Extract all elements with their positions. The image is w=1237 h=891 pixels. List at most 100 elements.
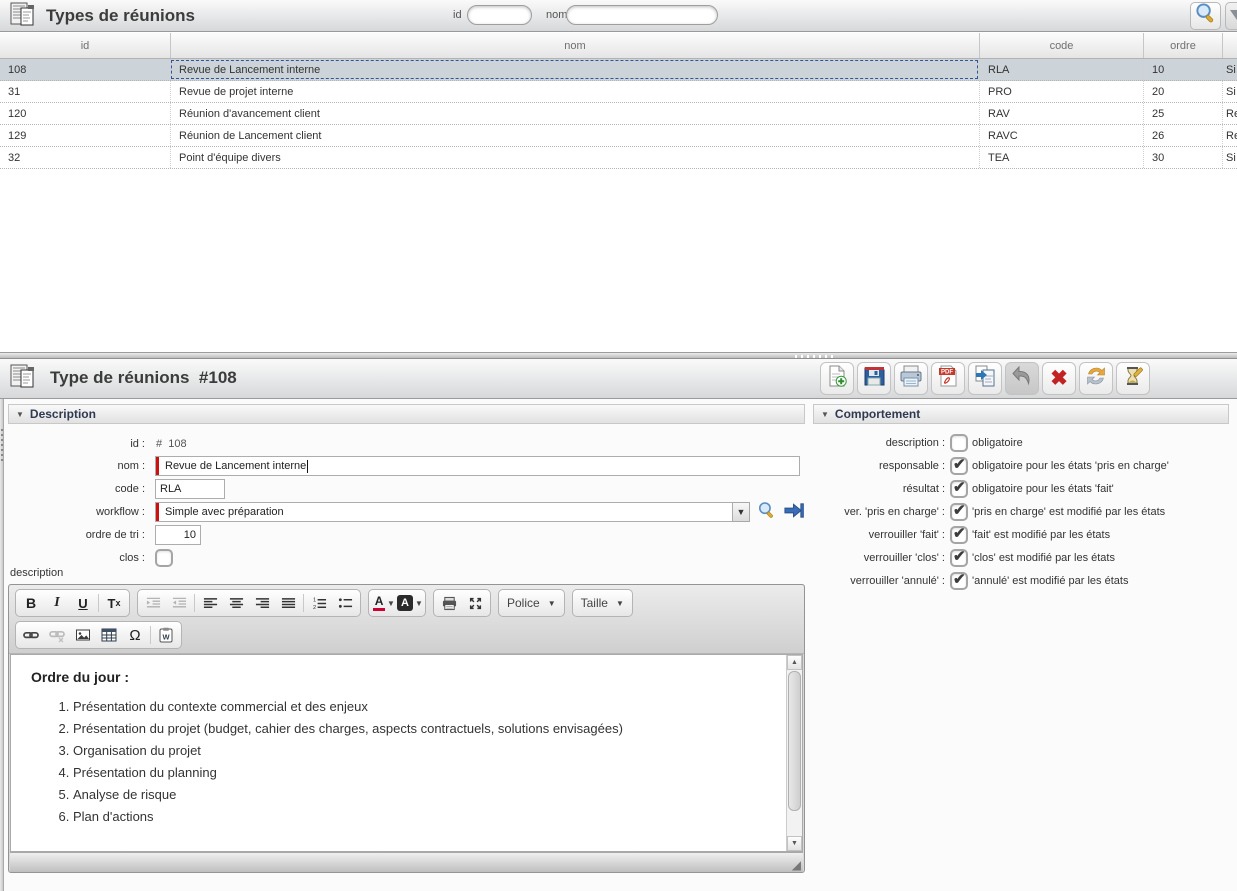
delete-icon: ✖ xyxy=(1050,368,1068,389)
clos-checkbox[interactable] xyxy=(155,549,173,567)
behavior-text: 'clos' est modifié par les états xyxy=(972,552,1115,564)
section-description-header[interactable]: ▼ Description xyxy=(8,404,805,424)
scrollbar-thumb[interactable] xyxy=(788,671,801,811)
link-button[interactable] xyxy=(18,623,44,647)
agenda-heading: Ordre du jour : xyxy=(31,669,776,685)
chevron-down-icon: ▼ xyxy=(616,599,624,608)
workflow-goto-button[interactable] xyxy=(783,500,804,524)
remove-format-button[interactable]: Tx xyxy=(101,591,127,615)
duplicate-button[interactable] xyxy=(968,362,1002,395)
cell-workflow: Si xyxy=(1222,59,1237,80)
behavior-checkbox[interactable]: ✔ xyxy=(950,480,968,498)
behavior-row-ver-pris-en-charge: ver. 'pris en charge' : ✔ 'pris en charg… xyxy=(805,502,1235,522)
underline-button[interactable]: U xyxy=(70,591,96,615)
section-comportement-header[interactable]: ▼ Comportement xyxy=(813,404,1229,424)
search-button[interactable] xyxy=(1190,2,1221,30)
color-group: A ▼ A ▼ xyxy=(368,589,426,617)
workflow-lookup-button[interactable] xyxy=(757,501,776,523)
save-button[interactable] xyxy=(857,362,891,395)
workflow-combobox[interactable]: Simple avec préparation xyxy=(155,502,733,522)
t-glyph: T xyxy=(108,596,116,611)
editor-footer: ◢ xyxy=(10,852,803,872)
editor-toolbar: B I U Tx xyxy=(9,585,804,654)
extra-tool-button[interactable] xyxy=(1225,2,1237,30)
behavior-checkbox[interactable] xyxy=(950,434,968,452)
nom-field[interactable]: Revue de Lancement interne xyxy=(155,456,800,476)
new-record-button[interactable] xyxy=(820,362,854,395)
export-pdf-button[interactable]: PDF xyxy=(931,362,965,395)
table-row[interactable]: 120 Réunion d'avancement client RAV 25 R… xyxy=(0,103,1237,125)
table-button[interactable] xyxy=(96,623,122,647)
behavior-checkbox[interactable]: ✔ xyxy=(950,457,968,475)
undo-icon xyxy=(1010,364,1034,393)
outdent-button[interactable] xyxy=(166,591,192,615)
chevron-down-icon: ▼ xyxy=(387,599,395,608)
cell-id: 108 xyxy=(0,59,170,80)
editor-content-area[interactable]: Ordre du jour : Présentation du contexte… xyxy=(10,654,803,852)
editor-scrollbar[interactable]: ▲ ▼ xyxy=(786,655,802,851)
scroll-down-icon[interactable]: ▼ xyxy=(787,836,802,851)
unlink-button[interactable] xyxy=(44,623,70,647)
column-header-code[interactable]: code xyxy=(979,33,1143,58)
column-header-workflow[interactable] xyxy=(1222,33,1237,58)
editor-document[interactable]: Ordre du jour : Présentation du contexte… xyxy=(11,655,786,851)
table-header-row: id nom code ordre xyxy=(0,33,1237,59)
id-value: # 108 xyxy=(150,438,187,450)
svg-text:W: W xyxy=(162,632,170,641)
indent-button[interactable] xyxy=(140,591,166,615)
splitter-grip xyxy=(795,355,835,358)
table-row[interactable]: 108 Revue de Lancement interne RLA 10 Si xyxy=(0,59,1237,81)
required-marker xyxy=(156,457,159,475)
align-center-button[interactable] xyxy=(223,591,249,615)
refresh-button[interactable] xyxy=(1079,362,1113,395)
column-header-ordre[interactable]: ordre xyxy=(1143,33,1222,58)
horizontal-splitter[interactable] xyxy=(0,352,1237,359)
column-header-nom[interactable]: nom xyxy=(170,33,979,58)
undo-button[interactable] xyxy=(1005,362,1039,395)
text-caret xyxy=(307,460,308,473)
bold-button[interactable]: B xyxy=(18,591,44,615)
delete-button[interactable]: ✖ xyxy=(1042,362,1076,395)
filter-funnel-icon xyxy=(1230,10,1237,20)
scroll-up-icon[interactable]: ▲ xyxy=(787,655,802,670)
check-icon: ✔ xyxy=(953,524,966,542)
align-right-button[interactable] xyxy=(249,591,275,615)
ordered-list-button[interactable]: 12 xyxy=(306,591,332,615)
tri-field[interactable]: 10 xyxy=(155,525,201,545)
history-button[interactable] xyxy=(1116,362,1150,395)
special-char-button[interactable]: Ω xyxy=(122,623,148,647)
maximize-button[interactable] xyxy=(462,591,488,615)
behavior-checkbox[interactable]: ✔ xyxy=(950,549,968,567)
vertical-splitter[interactable] xyxy=(0,359,4,891)
meeting-types-table: id nom code ordre 108 Revue de Lancement… xyxy=(0,33,1237,169)
workflow-dropdown-button[interactable]: ▼ xyxy=(732,502,750,522)
font-family-select[interactable]: Police ▼ xyxy=(498,589,565,617)
align-left-button[interactable] xyxy=(197,591,223,615)
behavior-checkbox[interactable]: ✔ xyxy=(950,572,968,590)
column-header-id[interactable]: id xyxy=(0,33,170,58)
behavior-checkbox[interactable]: ✔ xyxy=(950,503,968,521)
font-size-select[interactable]: Taille ▼ xyxy=(572,589,633,617)
text-color-button[interactable]: A ▼ xyxy=(371,591,397,615)
bg-color-button[interactable]: A ▼ xyxy=(397,591,423,615)
italic-button[interactable]: I xyxy=(44,591,70,615)
print-button[interactable] xyxy=(894,362,928,395)
behavior-label: résultat : xyxy=(805,483,950,495)
filter-id-input[interactable] xyxy=(467,5,532,25)
paste-from-word-button[interactable]: W xyxy=(153,623,179,647)
code-field[interactable]: RLA xyxy=(155,479,225,499)
bullet-list-button[interactable] xyxy=(332,591,358,615)
align-justify-button[interactable] xyxy=(275,591,301,615)
table-row[interactable]: 32 Point d'équipe divers TEA 30 Si xyxy=(0,147,1237,169)
image-button[interactable] xyxy=(70,623,96,647)
table-row[interactable]: 31 Revue de projet interne PRO 20 Si xyxy=(0,81,1237,103)
cell-workflow: Re xyxy=(1222,125,1237,146)
agenda-item: Présentation du planning xyxy=(73,765,776,780)
filter-nom-input[interactable] xyxy=(566,5,718,25)
separator xyxy=(150,626,151,644)
behavior-checkbox[interactable]: ✔ xyxy=(950,526,968,544)
print-preview-button[interactable] xyxy=(436,591,462,615)
resize-grip-icon[interactable]: ◢ xyxy=(792,859,801,871)
pdf-icon: PDF xyxy=(936,364,960,393)
table-row[interactable]: 129 Réunion de Lancement client RAVC 26 … xyxy=(0,125,1237,147)
